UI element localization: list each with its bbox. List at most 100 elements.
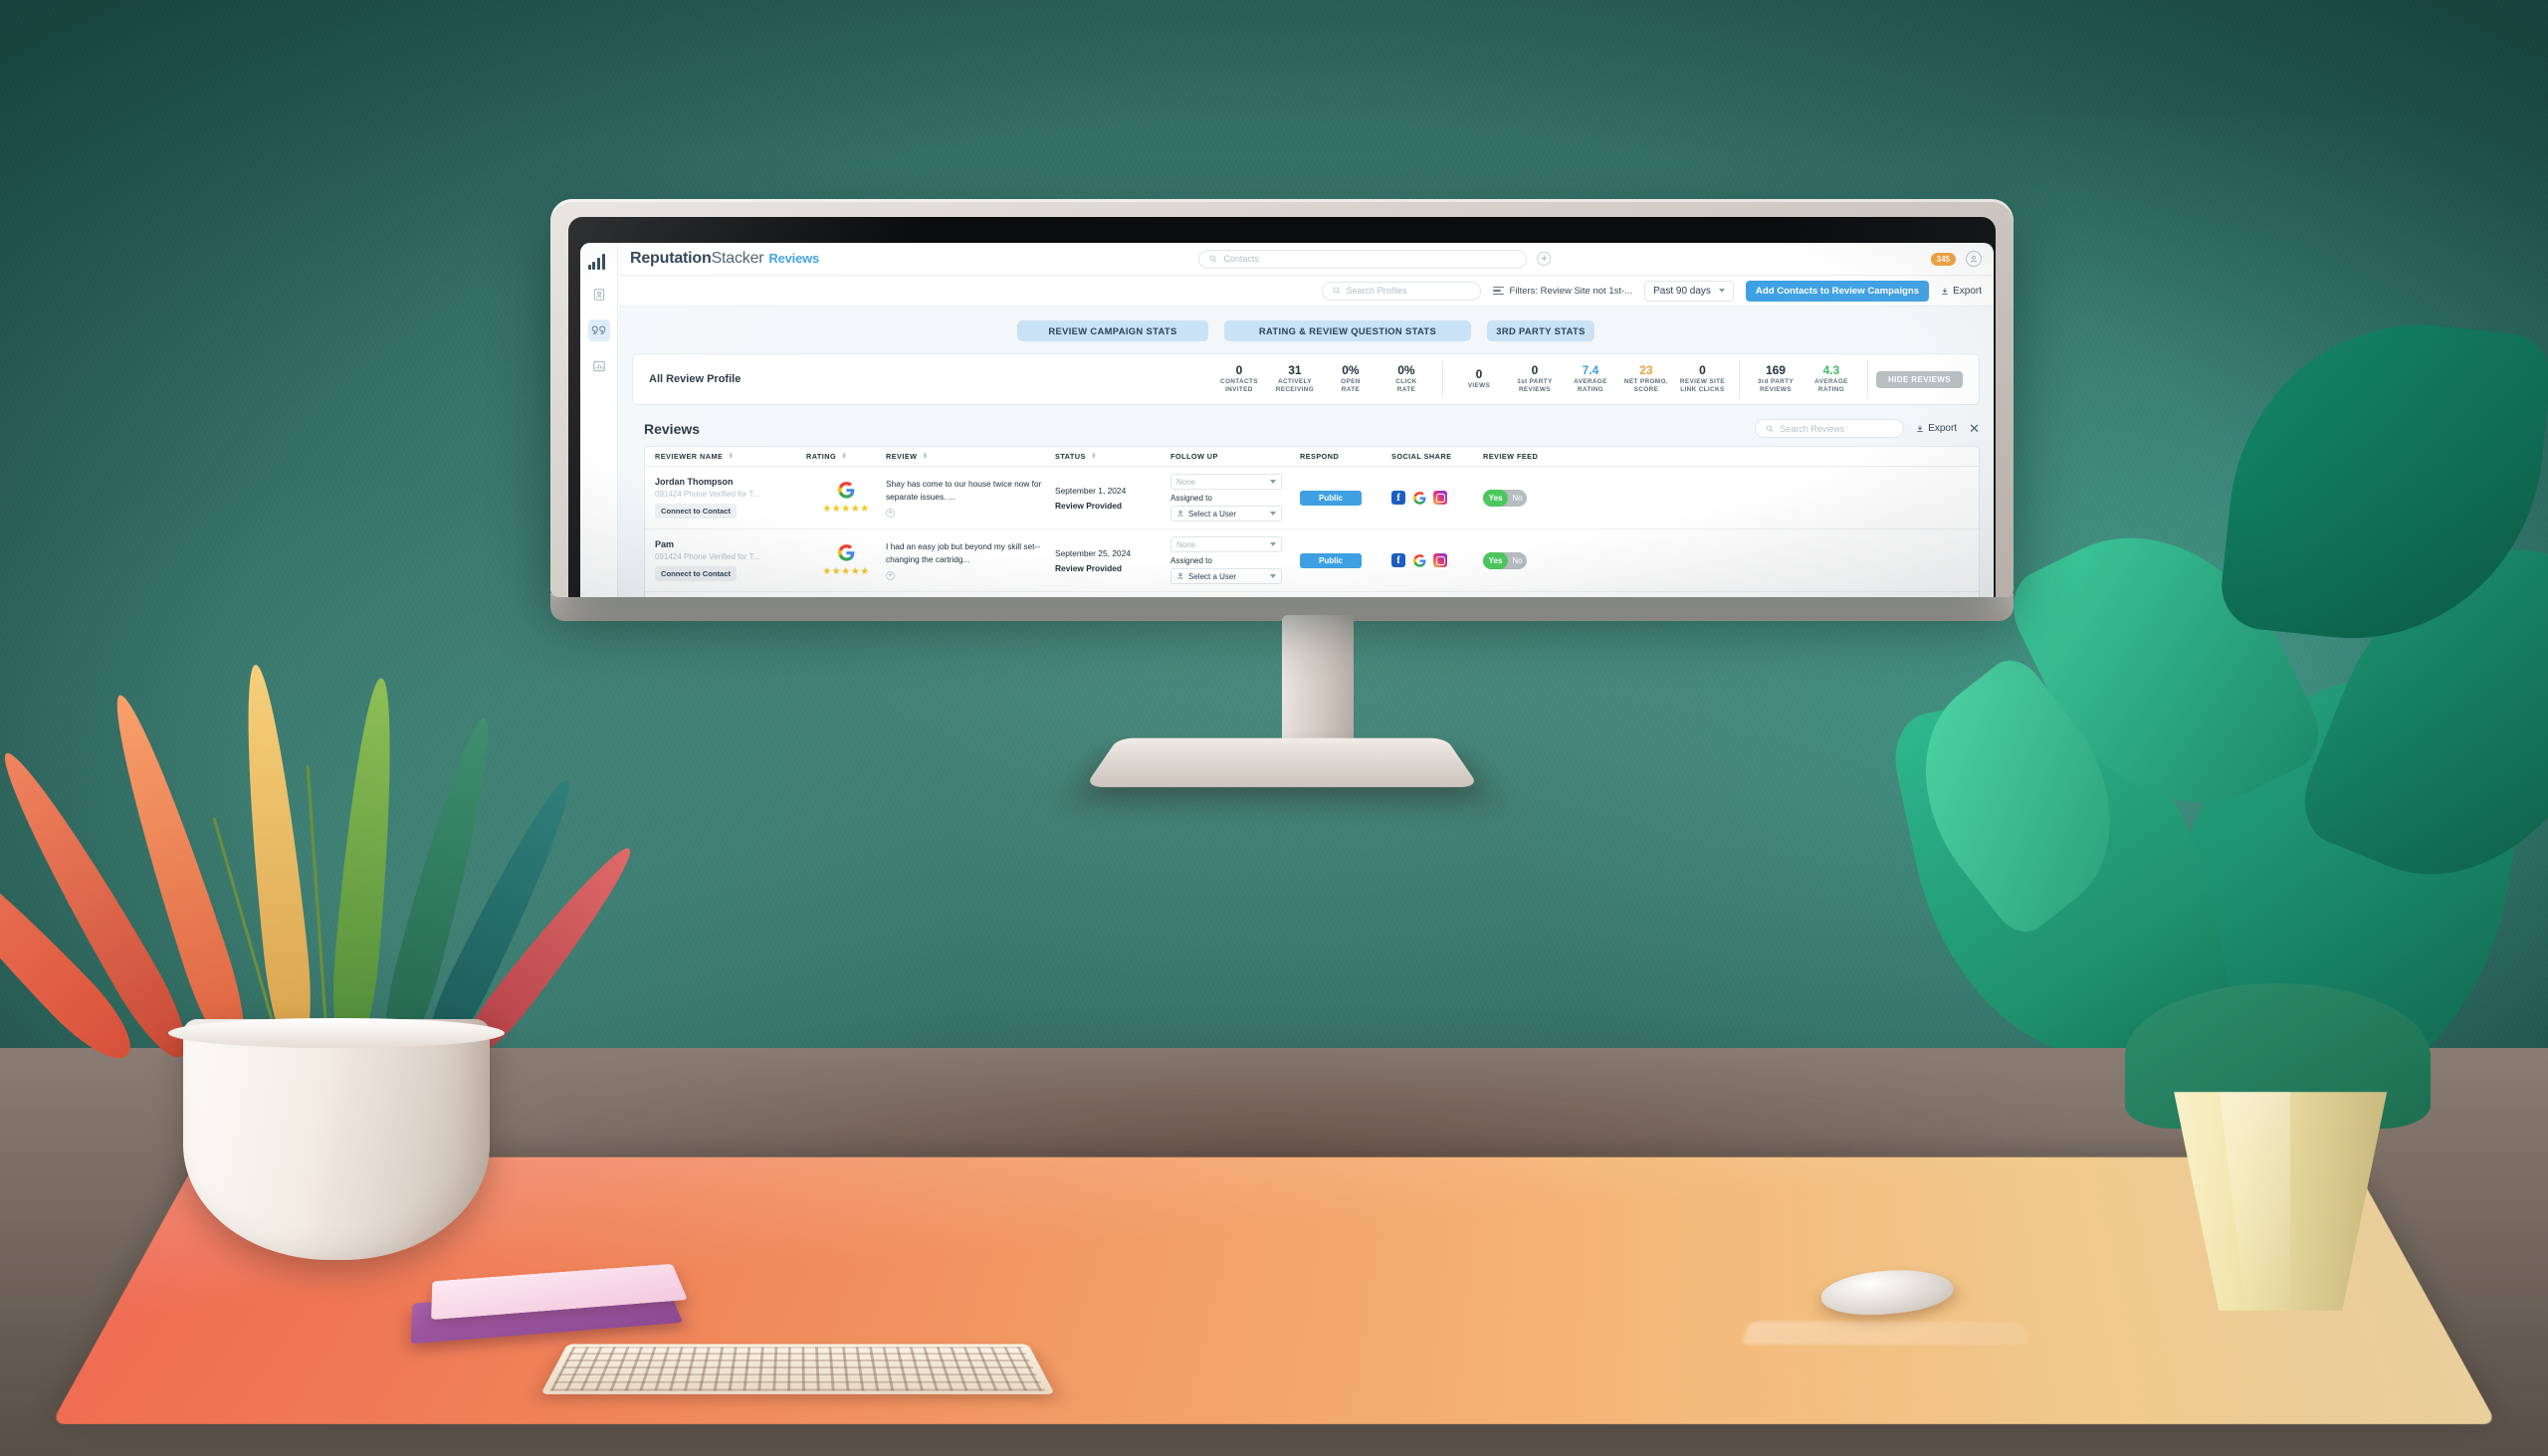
column-label: SOCIAL SHARE — [1391, 452, 1452, 461]
close-icon[interactable]: ✕ — [1969, 422, 1980, 435]
google-icon — [837, 543, 854, 561]
column-status[interactable]: STATUS ▲ ▼ — [1055, 452, 1170, 462]
search-icon — [1333, 287, 1340, 294]
sidebar-item-contacts[interactable] — [588, 284, 610, 306]
table-row[interactable]: Pam 091424 Phone Verified for T... Conne… — [645, 529, 1979, 592]
mouse-pad — [1741, 1321, 2030, 1345]
search-icon — [1766, 425, 1774, 432]
stat-label: AVERAGE RATING — [1814, 378, 1848, 394]
stat-click-rate: 0% CLICK RATE — [1379, 364, 1434, 395]
stat-label: AVERAGE RATING — [1574, 378, 1607, 394]
add-contacts-button[interactable]: Add Contacts to Review Campaigns — [1745, 280, 1930, 302]
divider — [1866, 360, 1868, 398]
toggle-no[interactable]: No — [1508, 556, 1527, 565]
stat-label: VIEWS — [1467, 382, 1491, 390]
review-text: Shay has come to our house twice now for… — [886, 479, 1042, 502]
reviewer-name: Jordan Thompson — [655, 477, 734, 487]
column-rating[interactable]: RATING ▲ ▼ — [806, 452, 886, 462]
column-label: REVIEW FEED — [1483, 452, 1539, 461]
column-label: RATING — [806, 452, 837, 461]
stat-value: 169 — [1765, 362, 1786, 377]
public-respond-button[interactable]: Public — [1300, 552, 1362, 568]
connect-to-contact-button[interactable]: Connect to Contact — [655, 566, 738, 581]
review-date: September 1, 2024 — [1055, 485, 1127, 496]
monitor: ReputationStacker Reviews Contacts + 345 — [550, 199, 2014, 597]
column-reviewer-name[interactable]: REVIEWER NAME ▲ ▼ — [655, 452, 806, 462]
expand-review-icon[interactable]: + — [886, 570, 895, 580]
tab-rating-review-question-stats[interactable]: RATING & REVIEW QUESTION STATS — [1224, 320, 1471, 341]
column-review-feed: REVIEW FEED — [1483, 452, 1569, 461]
profile-title: All Review Profile — [649, 373, 742, 385]
stat-3rd-party-reviews: 169 3rd PARTY REVIEWS — [1748, 364, 1804, 395]
monitor-stand-base — [1084, 737, 1480, 787]
export-label: Export — [1953, 285, 1982, 297]
instagram-icon[interactable] — [1433, 553, 1447, 567]
table-row[interactable]: Jordan Thompson 091424 Phone Verified fo… — [645, 467, 1979, 529]
follow-up-select[interactable]: None — [1170, 536, 1282, 552]
stat-open-rate: 0% OPEN RATE — [1323, 364, 1379, 395]
stat-label: 3rd PARTY REVIEWS — [1757, 378, 1794, 394]
review-text: I had an easy job but beyond my skill se… — [886, 541, 1040, 564]
instagram-icon[interactable] — [1433, 491, 1447, 505]
toggle-yes[interactable]: Yes — [1483, 551, 1508, 569]
facebook-icon[interactable]: f — [1391, 553, 1405, 567]
review-feed-cell: Yes No — [1483, 489, 1569, 507]
search-icon — [1209, 255, 1217, 262]
chevron-down-icon — [1270, 574, 1276, 578]
reviews-export-button[interactable]: Export — [1916, 423, 1957, 434]
google-icon — [1412, 491, 1425, 505]
export-button[interactable]: Export — [1941, 286, 1982, 297]
connect-to-contact-button[interactable]: Connect to Contact — [655, 504, 738, 519]
star-rating: ★★★★★ — [822, 503, 870, 515]
column-follow-up: FOLLOW UP — [1170, 452, 1300, 461]
respond-cell: Public — [1300, 552, 1391, 568]
review-feed-cell: Yes No — [1483, 551, 1569, 569]
stat-value: 0% — [1342, 362, 1360, 377]
user-avatar-icon[interactable] — [1966, 251, 1982, 267]
google-share-icon[interactable] — [1412, 553, 1426, 567]
column-respond: RESPOND — [1300, 452, 1391, 461]
reviewer-name: Pam — [655, 539, 675, 549]
table-row[interactable]: Marco Bisoffi 091424 Phone Verified for … — [645, 592, 1979, 597]
facebook-icon[interactable]: f — [1391, 491, 1405, 505]
filters-button[interactable]: Filters: Review Site not 1st-... — [1492, 286, 1632, 297]
review-feed-toggle[interactable]: Yes No — [1483, 551, 1527, 569]
review-cell: Shay has come to our house twice now for… — [886, 478, 1055, 518]
monitor-stand-column — [1282, 615, 1354, 746]
stat-label: 1st PARTY REVIEWS — [1517, 378, 1553, 394]
download-icon — [1917, 425, 1923, 432]
user-icon — [1177, 573, 1183, 579]
toggle-yes[interactable]: Yes — [1483, 489, 1508, 507]
notification-badge[interactable]: 345 — [1930, 252, 1956, 266]
contacts-search-input[interactable]: Contacts — [1198, 249, 1528, 269]
sidebar-item-reviews[interactable] — [587, 319, 610, 341]
column-review[interactable]: REVIEW ▲ ▼ — [886, 452, 1055, 462]
assign-user-select[interactable]: Select a User — [1170, 506, 1282, 521]
profile-search-input[interactable]: Search Profiles — [1321, 281, 1481, 301]
sidebar-item-reports[interactable] — [588, 355, 610, 377]
stat-value: 4.3 — [1822, 362, 1840, 377]
plus-circle-icon[interactable]: + — [1537, 252, 1552, 266]
follow-up-select[interactable]: None — [1170, 474, 1282, 490]
review-feed-toggle[interactable]: Yes No — [1483, 489, 1527, 507]
tab-review-campaign-stats[interactable]: REVIEW CAMPAIGN STATS — [1017, 320, 1208, 341]
toggle-no[interactable]: No — [1508, 494, 1527, 503]
column-label: REVIEW — [886, 452, 918, 461]
brand-light: Stacker — [711, 250, 764, 267]
public-respond-button[interactable]: Public — [1300, 490, 1362, 506]
stat-net-promoter-score: 23 NET PROMO. SCORE — [1618, 364, 1674, 395]
left-pot — [183, 1019, 490, 1260]
reviews-search-input[interactable]: Search Reviews — [1755, 419, 1905, 438]
rating-cell: ★★★★★ — [806, 481, 886, 515]
hide-reviews-button[interactable]: HIDE REVIEWS — [1875, 370, 1963, 388]
status-badge: Review Provided — [1055, 500, 1123, 511]
stat-label: REVIEW SITE LINK CLICKS — [1679, 378, 1725, 394]
date-range-select[interactable]: Past 90 days — [1644, 280, 1734, 302]
expand-review-icon[interactable]: + — [886, 508, 895, 518]
stat-value: 23 — [1639, 362, 1653, 377]
assign-user-select[interactable]: Select a User — [1170, 568, 1282, 584]
google-share-icon[interactable] — [1412, 491, 1426, 505]
stat-value: 0 — [1699, 362, 1706, 377]
tab-3rd-party-stats[interactable]: 3RD PARTY STATS — [1487, 320, 1594, 341]
status-badge: Review Provided — [1055, 562, 1123, 573]
